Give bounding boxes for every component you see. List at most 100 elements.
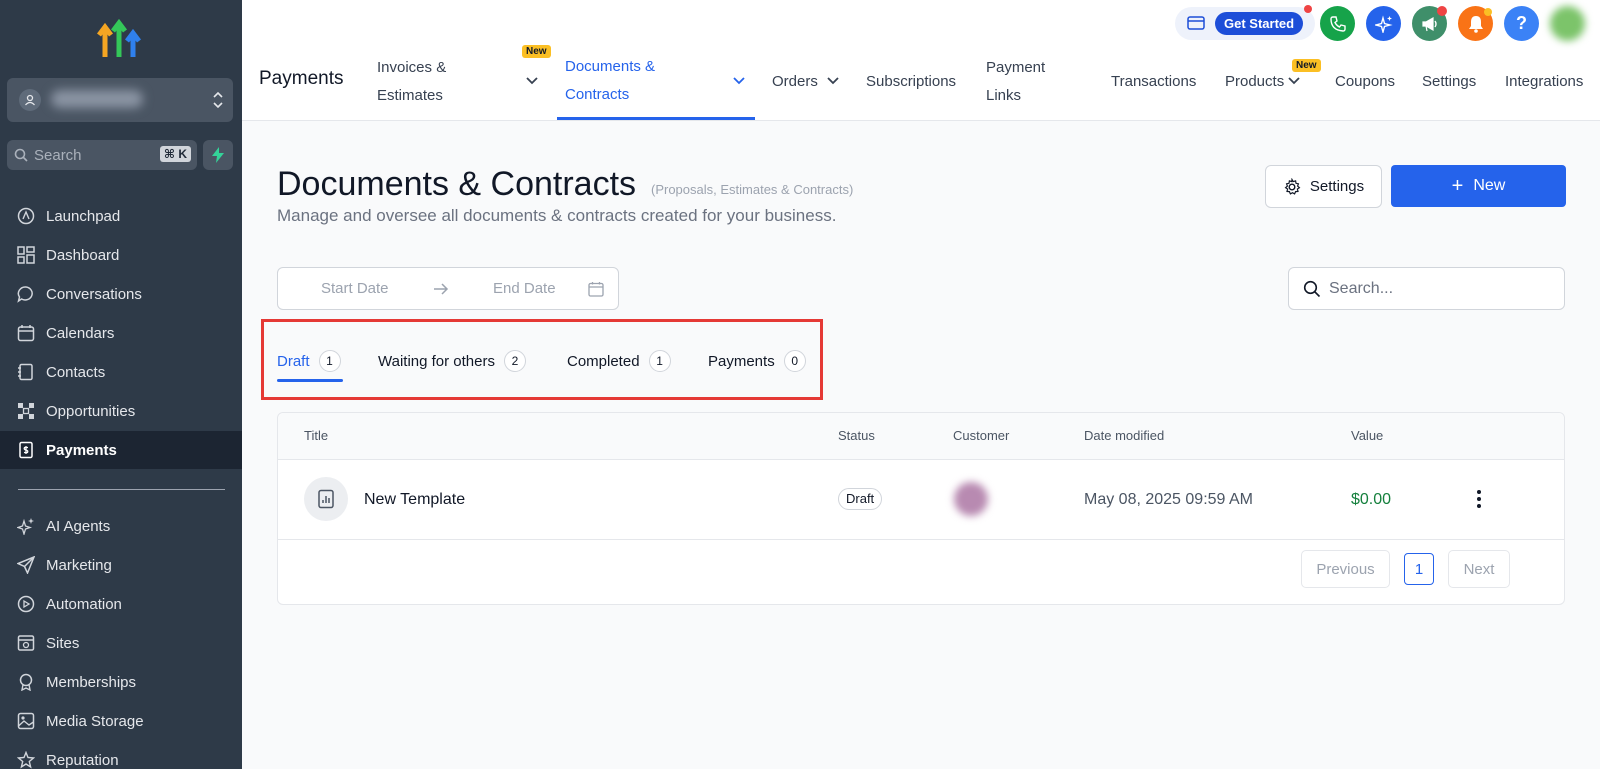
sidebar-item-memberships[interactable]: Memberships <box>0 663 242 701</box>
sidebar-item-automation[interactable]: Automation <box>0 585 242 623</box>
search-icon <box>1303 280 1321 297</box>
sidebar-item-media-storage[interactable]: Media Storage <box>0 702 242 740</box>
tab-orders[interactable]: Orders <box>772 68 818 96</box>
date-range-picker[interactable]: Start Date End Date <box>277 267 619 310</box>
sidebar-item-conversations[interactable]: Conversations <box>0 275 242 313</box>
section-title: Payments <box>259 68 344 89</box>
tab-products[interactable]: Products <box>1225 68 1284 96</box>
calendar-icon <box>588 282 604 297</box>
chevron-down-icon[interactable] <box>1287 76 1301 86</box>
column-header-value[interactable]: Value <box>1351 428 1383 443</box>
sidebar-search[interactable]: Search ⌘ K <box>7 140 197 170</box>
column-header-status[interactable]: Status <box>838 428 875 443</box>
pagination-page-button[interactable]: 1 <box>1404 553 1434 585</box>
tab-coupons[interactable]: Coupons <box>1335 68 1395 96</box>
sidebar-item-opportunities[interactable]: Opportunities <box>0 392 242 430</box>
status-tab-count: 1 <box>648 350 671 372</box>
tab-invoices-estimates[interactable]: Invoices & Estimates <box>377 54 446 110</box>
column-header-title[interactable]: Title <box>304 428 328 443</box>
user-avatar[interactable] <box>1550 6 1585 41</box>
sidebar-item-marketing[interactable]: Marketing <box>0 546 242 584</box>
sidebar-item-label: Payments <box>46 441 117 459</box>
status-tab-label: Draft <box>277 352 310 370</box>
sidebar-item-label: Launchpad <box>46 207 121 225</box>
app-logo[interactable] <box>97 17 141 59</box>
sidebar-item-label: Conversations <box>46 285 142 303</box>
get-started-button[interactable]: Get Started <box>1215 12 1304 35</box>
notification-dot <box>1484 8 1492 16</box>
end-date-input[interactable]: End Date <box>493 280 556 297</box>
status-tab-waiting-for-others[interactable]: Waiting for others 2 <box>378 350 526 372</box>
sidebar-item-dashboard[interactable]: Dashboard <box>0 236 242 274</box>
status-tab-payments[interactable]: Payments 0 <box>708 350 806 372</box>
chevron-down-icon[interactable] <box>732 76 746 86</box>
page-title-subtitle: (Proposals, Estimates & Contracts) <box>651 182 854 197</box>
tab-label-line1: Payment <box>986 59 1046 76</box>
sidebar-item-label: Sites <box>46 634 80 652</box>
ai-assistant-button[interactable] <box>1366 6 1401 41</box>
sidebar-item-payments[interactable]: Payments <box>0 431 242 469</box>
tab-integrations[interactable]: Integrations <box>1505 68 1583 96</box>
sidebar-item-ai-agents[interactable]: AI Agents <box>0 507 242 545</box>
status-tab-completed[interactable]: Completed 1 <box>567 350 671 372</box>
get-started-pill[interactable]: Get Started <box>1175 7 1315 40</box>
column-header-customer[interactable]: Customer <box>953 428 1009 443</box>
sidebar-item-label: Reputation <box>46 751 119 769</box>
top-navigation-bar: Payments Invoices & Estimates New Docume… <box>242 0 1600 121</box>
status-tab-label: Waiting for others <box>378 352 495 370</box>
date-modified: May 08, 2025 09:59 AM <box>1084 491 1253 508</box>
document-icon <box>304 477 348 521</box>
table-header: Title Status Customer Date modified Valu… <box>278 413 1564 460</box>
chevron-down-icon[interactable] <box>826 76 840 86</box>
start-date-input[interactable]: Start Date <box>321 280 389 297</box>
tab-label-line1: Invoices & <box>377 59 447 76</box>
tab-payment-links[interactable]: Payment Links <box>986 54 1045 110</box>
help-button[interactable]: ? <box>1504 6 1539 41</box>
settings-button-label: Settings <box>1309 178 1365 195</box>
megaphone-icon <box>1421 16 1437 31</box>
chat-icon <box>16 284 36 304</box>
sidebar-item-sites[interactable]: Sites <box>0 624 242 662</box>
phone-button[interactable] <box>1320 6 1355 41</box>
calendar-icon <box>16 323 36 343</box>
sidebar-item-label: Marketing <box>46 556 112 574</box>
pagination-previous-button[interactable]: Previous <box>1301 550 1390 588</box>
status-tab-draft[interactable]: Draft 1 <box>277 350 341 372</box>
tab-label-line2: Links <box>986 87 1022 104</box>
document-title[interactable]: New Template <box>364 491 465 509</box>
chevron-down-icon[interactable] <box>525 76 539 86</box>
sidebar: Search ⌘ K Launchpad Dashboard Conversat… <box>0 0 242 769</box>
tab-transactions[interactable]: Transactions <box>1111 68 1196 96</box>
quick-action-button[interactable] <box>203 140 233 170</box>
new-document-button[interactable]: + New <box>1391 165 1566 207</box>
tab-settings[interactable]: Settings <box>1422 68 1476 96</box>
sidebar-item-reputation[interactable]: Reputation <box>0 741 242 769</box>
sidebar-item-label: Memberships <box>46 673 137 691</box>
sidebar-item-contacts[interactable]: Contacts <box>0 353 242 391</box>
account-name-blurred <box>51 90 143 108</box>
star-icon <box>16 750 36 769</box>
sparkle-icon <box>1374 14 1393 33</box>
sparkle-icon <box>16 516 36 536</box>
document-search-input[interactable]: Search... <box>1288 267 1565 310</box>
account-switcher[interactable] <box>7 78 233 122</box>
rocket-icon <box>16 206 36 226</box>
more-options-icon[interactable] <box>1474 489 1484 509</box>
pagination-next-button[interactable]: Next <box>1448 550 1510 588</box>
column-header-date-modified[interactable]: Date modified <box>1084 428 1164 443</box>
table-row[interactable]: New Template Draft May 08, 2025 09:59 AM… <box>278 460 1564 540</box>
sidebar-item-calendars[interactable]: Calendars <box>0 314 242 352</box>
tab-documents-contracts[interactable]: Documents & Contracts <box>565 53 655 109</box>
arrow-right-icon <box>434 283 449 295</box>
notification-dot <box>1437 6 1447 16</box>
new-badge: New <box>522 45 551 58</box>
tab-subscriptions[interactable]: Subscriptions <box>866 68 956 96</box>
contacts-icon <box>16 362 36 382</box>
settings-button[interactable]: Settings <box>1265 165 1382 208</box>
active-tab-indicator <box>557 117 755 120</box>
new-badge: New <box>1292 59 1321 72</box>
active-status-indicator <box>277 379 343 382</box>
lightning-icon <box>212 147 224 163</box>
image-icon <box>16 711 36 731</box>
sidebar-item-launchpad[interactable]: Launchpad <box>0 197 242 235</box>
